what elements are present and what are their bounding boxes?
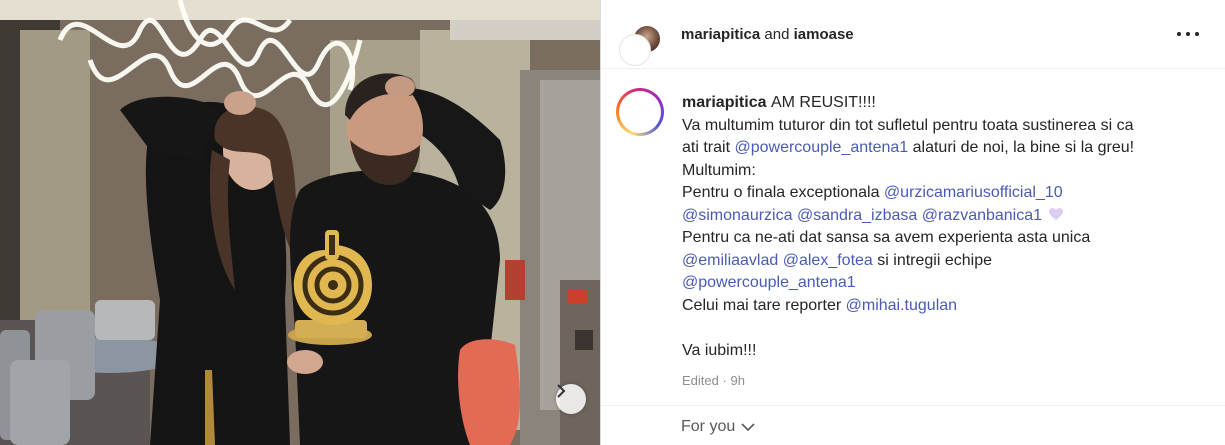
next-photo-button[interactable] bbox=[556, 384, 586, 414]
caption-username[interactable]: mariapitica bbox=[682, 94, 771, 111]
edited-label: Edited bbox=[682, 373, 719, 388]
avatar[interactable] bbox=[619, 34, 651, 66]
more-horizontal-icon bbox=[1177, 32, 1181, 36]
post-footer: For you bbox=[601, 405, 1225, 445]
caption-line: @emiliaavlad @alex_fotea si intregii ech… bbox=[682, 250, 1216, 273]
caption-segment: Pentru o finala exceptionala bbox=[682, 184, 884, 201]
more-options-button[interactable] bbox=[1177, 24, 1199, 44]
caption-segment: Va iubim!!! bbox=[682, 341, 757, 359]
mention-link[interactable]: @urzicamariusofficial_10 bbox=[884, 184, 1063, 201]
caption-line: Multumim: bbox=[682, 160, 1216, 183]
caption-segment: AM REUSIT!!!! bbox=[770, 94, 876, 111]
caption-segment: Celui mai tare reporter bbox=[682, 296, 846, 314]
photo-scene bbox=[0, 0, 600, 445]
caption-body: mariapitica AM REUSIT!!!! Va multumim tut… bbox=[682, 92, 1216, 362]
post-meta: Edited · 9h bbox=[682, 370, 1216, 393]
mention-link[interactable]: @alex_fotea bbox=[783, 252, 873, 269]
caption-segment: ati trait bbox=[682, 139, 735, 156]
mention-link[interactable]: @powercouple_antena1 bbox=[682, 274, 856, 291]
more-horizontal-icon-dot bbox=[1186, 32, 1190, 36]
meta-separator: · bbox=[722, 373, 727, 388]
caption-segment: Multumim: bbox=[682, 161, 756, 179]
for-you-dropdown[interactable]: For you bbox=[681, 418, 755, 436]
post-time[interactable]: 9h bbox=[730, 373, 744, 388]
caption: mariapitica AM REUSIT!!!! Va multumim tut… bbox=[616, 88, 1216, 393]
caption-line bbox=[682, 317, 1216, 340]
mention-link[interactable]: @razvanbanica1 bbox=[922, 207, 1042, 224]
purple-heart-icon bbox=[1049, 207, 1064, 220]
caption-segment: si intregii echipe bbox=[872, 251, 992, 269]
caption-line: @powercouple_antena1 bbox=[682, 272, 1216, 295]
caption-line: mariapitica AM REUSIT!!!! bbox=[682, 92, 1216, 115]
caption-line: ati trait @powercouple_antena1 alaturi d… bbox=[682, 137, 1216, 160]
for-you-label: For you bbox=[681, 418, 736, 435]
post-photo[interactable] bbox=[0, 0, 600, 445]
mention-link[interactable]: @mihai.tugulan bbox=[846, 297, 957, 314]
chevron-right-icon bbox=[557, 384, 566, 398]
mention-link[interactable]: @powercouple_antena1 bbox=[734, 139, 908, 156]
more-horizontal-icon-dot bbox=[1195, 32, 1199, 36]
connector-text: and bbox=[764, 25, 790, 43]
caption-line: Va iubim!!! bbox=[682, 340, 1216, 363]
caption-text: mariapitica AM REUSIT!!!! Va multumim tut… bbox=[682, 92, 1216, 393]
chevron-down-icon bbox=[741, 423, 755, 432]
caption-line: Va multumim tuturor din tot sufletul pen… bbox=[682, 115, 1216, 138]
author-username[interactable]: iamoase bbox=[794, 26, 854, 43]
caption-segment: Va multumim tuturor din tot sufletul pen… bbox=[682, 116, 1134, 134]
caption-line: Pentru o finala exceptionala @urzicamari… bbox=[682, 182, 1216, 205]
mention-link[interactable]: @emiliaavlad bbox=[682, 252, 778, 269]
caption-line: Celui mai tare reporter @mihai.tugulan bbox=[682, 295, 1216, 318]
post-header: mariapitica and iamoase bbox=[601, 0, 1225, 69]
avatar[interactable] bbox=[616, 88, 664, 136]
avatar-image bbox=[619, 91, 661, 133]
caption-segment: Pentru ca ne-ati dat sansa sa avem exper… bbox=[682, 229, 1091, 246]
caption-segment: alaturi de noi, la bine si la greu! bbox=[908, 139, 1135, 156]
caption-line: Pentru ca ne-ati dat sansa sa avem exper… bbox=[682, 227, 1216, 250]
collab-avatars[interactable] bbox=[619, 12, 663, 66]
author-username[interactable]: mariapitica bbox=[681, 26, 760, 43]
post-authors: mariapitica and iamoase bbox=[681, 26, 854, 43]
mention-link[interactable]: @simonaurzica bbox=[682, 207, 793, 224]
caption-line: @simonaurzica @sandra_izbasa @razvanbani… bbox=[682, 205, 1216, 228]
mention-link[interactable]: @sandra_izbasa bbox=[797, 207, 917, 224]
